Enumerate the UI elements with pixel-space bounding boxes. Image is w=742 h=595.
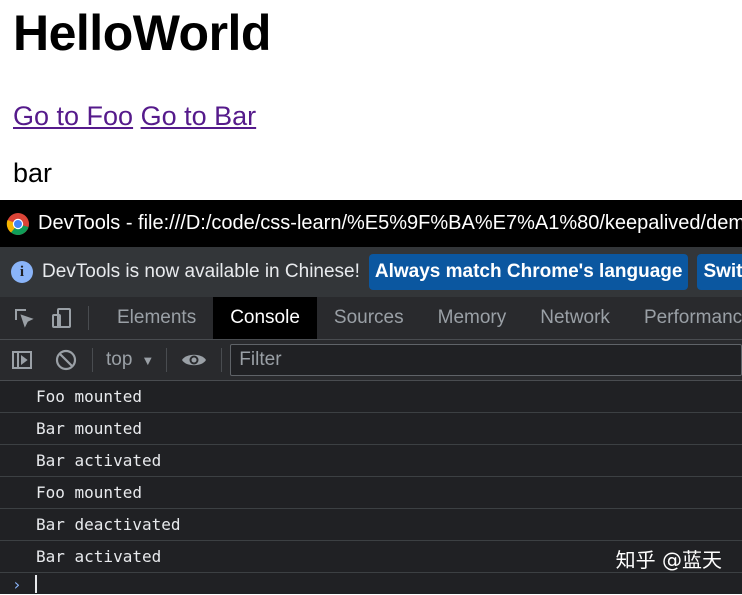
console-prompt[interactable]: › — [0, 573, 742, 595]
page-heading: HelloWorld — [13, 5, 271, 61]
chrome-icon — [6, 212, 29, 235]
link-go-to-foo[interactable]: Go to Foo — [13, 101, 133, 131]
console-log-line: Foo mounted — [0, 381, 742, 413]
tab-network[interactable]: Network — [523, 297, 627, 339]
clear-console-icon[interactable] — [52, 346, 80, 374]
context-label: top — [106, 349, 133, 370]
divider — [166, 348, 168, 372]
sidebar-toggle-icon[interactable] — [8, 346, 36, 374]
filter-input[interactable]: Filter — [230, 344, 742, 376]
link-go-to-bar[interactable]: Go to Bar — [141, 101, 257, 131]
tab-performance[interactable]: Performanc — [627, 297, 742, 339]
console-log-line: Bar deactivated — [0, 509, 742, 541]
inspect-element-icon[interactable] — [10, 304, 38, 332]
device-toolbar-icon[interactable] — [48, 304, 76, 332]
web-page: HelloWorld Go to Foo Go to Bar bar — [0, 0, 742, 200]
watermark: 知乎 @蓝天 — [615, 548, 722, 572]
text-caret — [34, 575, 37, 593]
prompt-chevron-icon: › — [12, 574, 22, 594]
tab-memory[interactable]: Memory — [421, 297, 524, 339]
divider — [221, 348, 223, 372]
tab-sources[interactable]: Sources — [317, 297, 421, 339]
devtools-title: DevTools - file:///D:/code/css-learn/%E5… — [38, 212, 742, 234]
devtools-titlebar: DevTools - file:///D:/code/css-learn/%E5… — [0, 200, 742, 247]
switch-language-button[interactable]: Switch De — [697, 254, 742, 290]
context-selector[interactable]: top ▼ — [106, 349, 154, 371]
eye-icon[interactable] — [180, 346, 208, 374]
tab-elements[interactable]: Elements — [100, 297, 213, 339]
tab-console[interactable]: Console — [213, 297, 317, 339]
infobar-message: DevTools is now available in Chinese! — [42, 261, 360, 282]
console-log-line: Bar mounted — [0, 413, 742, 445]
divider — [88, 306, 89, 330]
always-match-language-button[interactable]: Always match Chrome's language — [368, 254, 689, 290]
console-log-line: Bar activated — [0, 445, 742, 477]
router-view-content: bar — [13, 158, 53, 188]
nav-links: Go to Foo Go to Bar — [13, 101, 256, 132]
language-infobar: i DevTools is now available in Chinese! … — [0, 247, 742, 297]
divider — [92, 348, 93, 372]
info-icon: i — [11, 261, 33, 283]
dropdown-arrow-icon: ▼ — [141, 352, 155, 368]
console-toolbar: top ▼ Filter — [0, 340, 742, 381]
devtools-tabbar: Elements Console Sources Memory Network … — [0, 297, 742, 340]
devtools-window: DevTools - file:///D:/code/css-learn/%E5… — [0, 200, 742, 594]
console-log-line: Foo mounted — [0, 477, 742, 509]
